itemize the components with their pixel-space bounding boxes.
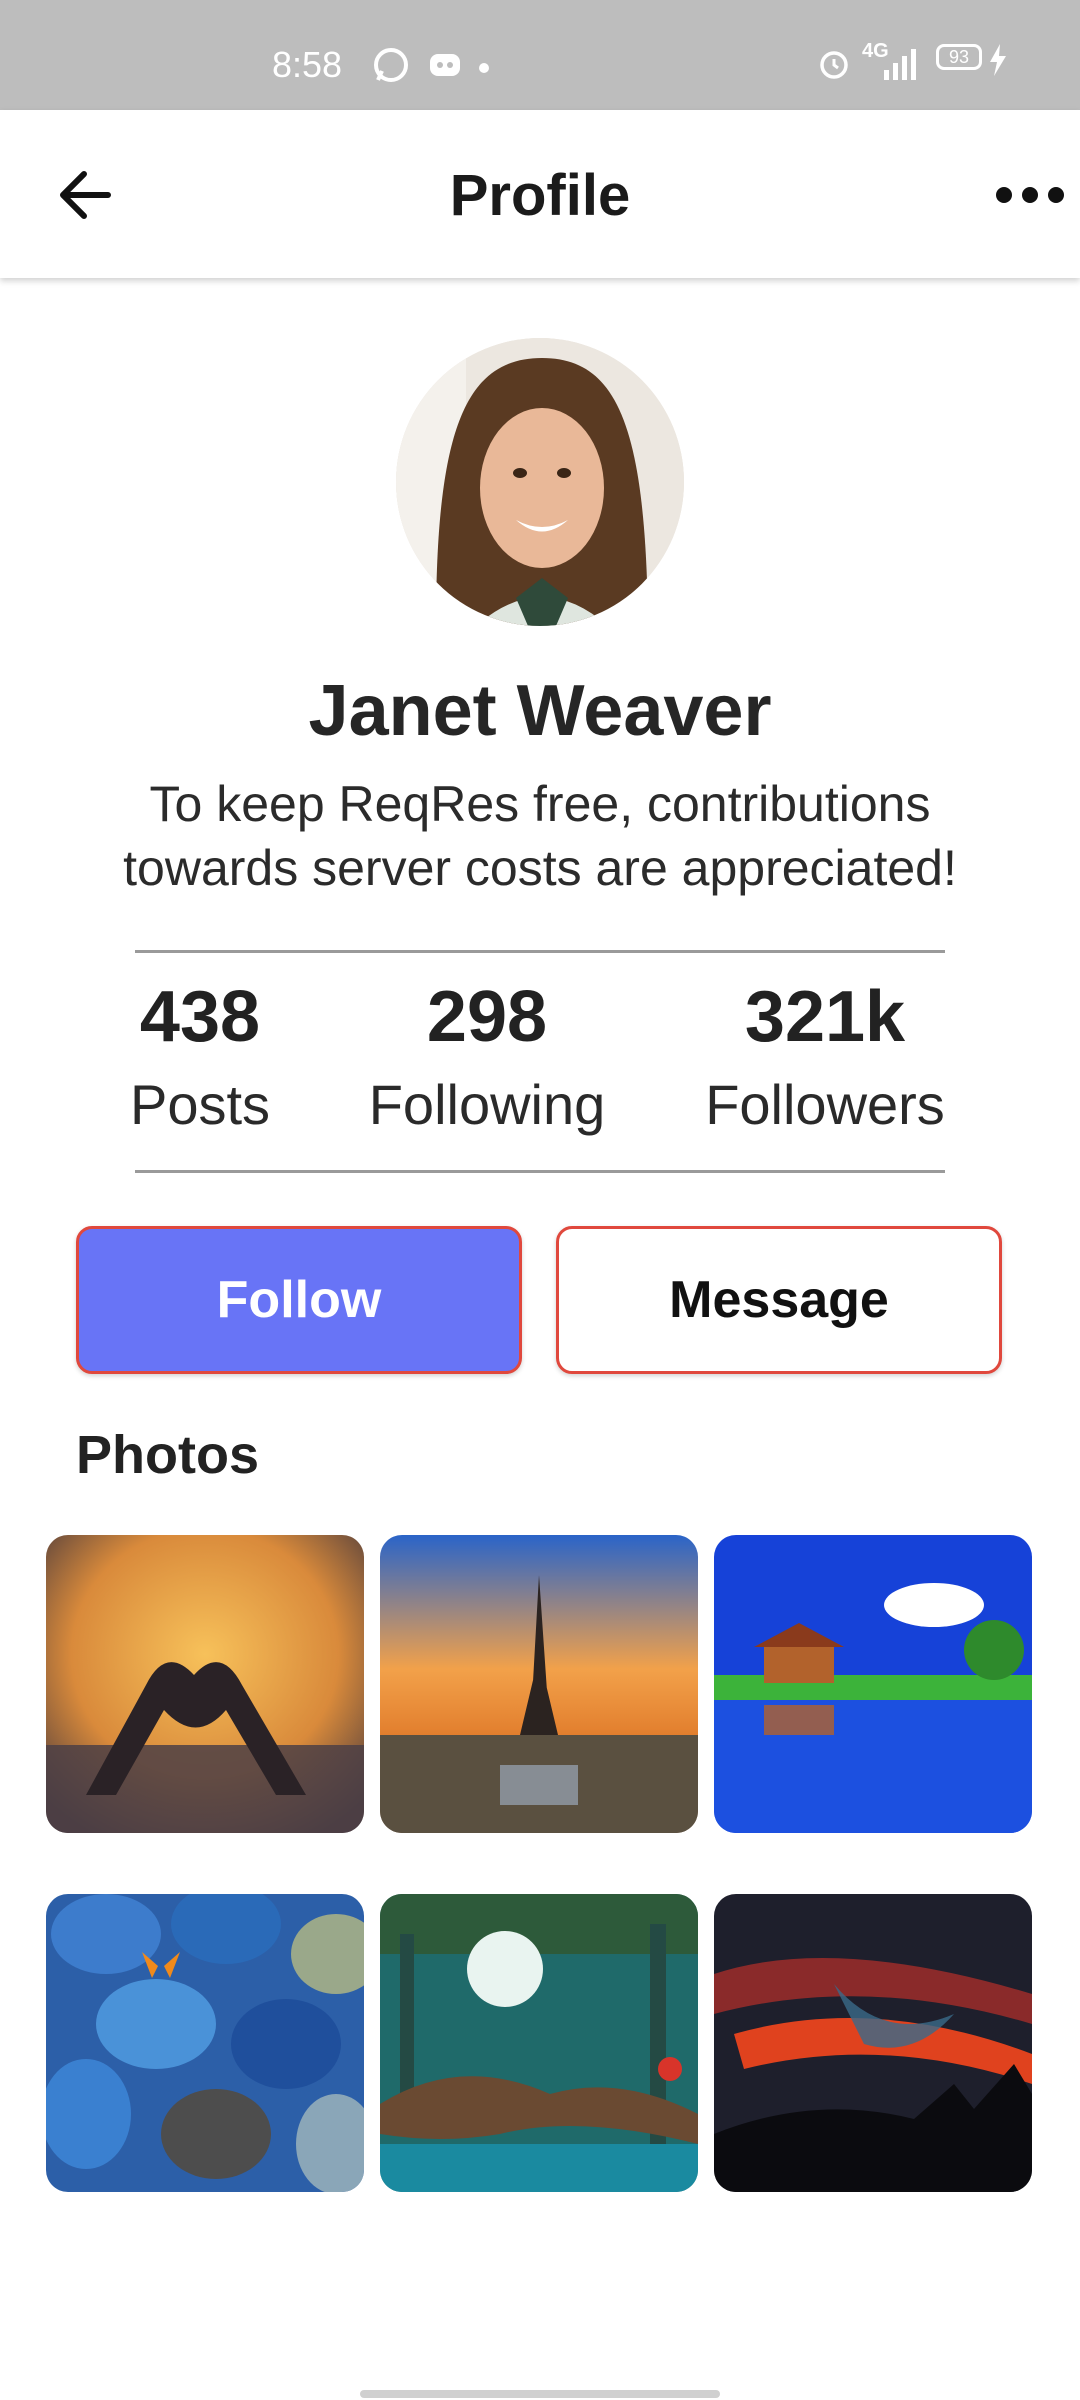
bio-line-2: towards server costs are appreciated! <box>123 840 957 896</box>
pebbles-butterfly-photo[interactable] <box>46 1894 364 2192</box>
stat-label: Followers <box>705 1073 945 1136</box>
stat-value: 438 <box>139 977 261 1057</box>
battery-level: 93 <box>948 46 970 67</box>
stat-value: 298 <box>426 977 548 1057</box>
divider-bottom <box>135 1170 945 1173</box>
divider-top <box>135 950 945 953</box>
page-title: Profile <box>449 163 631 228</box>
app-bar: Profile <box>0 110 1080 278</box>
stat-value: 321k <box>744 977 906 1057</box>
stat-posts[interactable]: 438 Posts <box>50 976 350 1137</box>
status-time: 8:58 <box>272 44 343 85</box>
follow-button[interactable]: Follow <box>76 1226 522 1374</box>
enchanted-forest-photo[interactable] <box>380 1894 698 2192</box>
status-bar: 8:58 4G 93 <box>0 0 1080 110</box>
stat-followers[interactable]: 321k Followers <box>675 976 975 1137</box>
avatar <box>396 338 684 626</box>
dot-icon <box>479 63 489 73</box>
photos-heading: Photos <box>76 1425 259 1485</box>
bio-line-1: To keep ReqRes free, contributions <box>149 776 931 832</box>
home-indicator[interactable] <box>360 2390 720 2398</box>
message-button[interactable]: Message <box>556 1226 1002 1374</box>
more-options-icon[interactable] <box>990 170 1070 220</box>
discord-icon <box>430 54 460 76</box>
stat-following[interactable]: 298 Following <box>337 976 637 1137</box>
charging-icon <box>990 44 1006 76</box>
red-sky-sunset-photo[interactable] <box>714 1894 1032 2192</box>
stat-label: Following <box>368 1073 606 1136</box>
stat-label: Posts <box>129 1073 271 1136</box>
eiffel-tower-photo[interactable] <box>380 1535 698 1833</box>
whatsapp-icon <box>374 48 408 82</box>
signal-icon <box>884 49 916 80</box>
battery-icon: 93 <box>936 44 982 70</box>
alarm-icon <box>820 51 848 79</box>
profile-name: Janet Weaver <box>308 671 772 751</box>
heart-sunset-photo[interactable] <box>46 1535 364 1833</box>
lake-house-photo[interactable] <box>714 1535 1032 1833</box>
profile-bio: To keep ReqRes free, contributions towar… <box>60 772 1020 900</box>
